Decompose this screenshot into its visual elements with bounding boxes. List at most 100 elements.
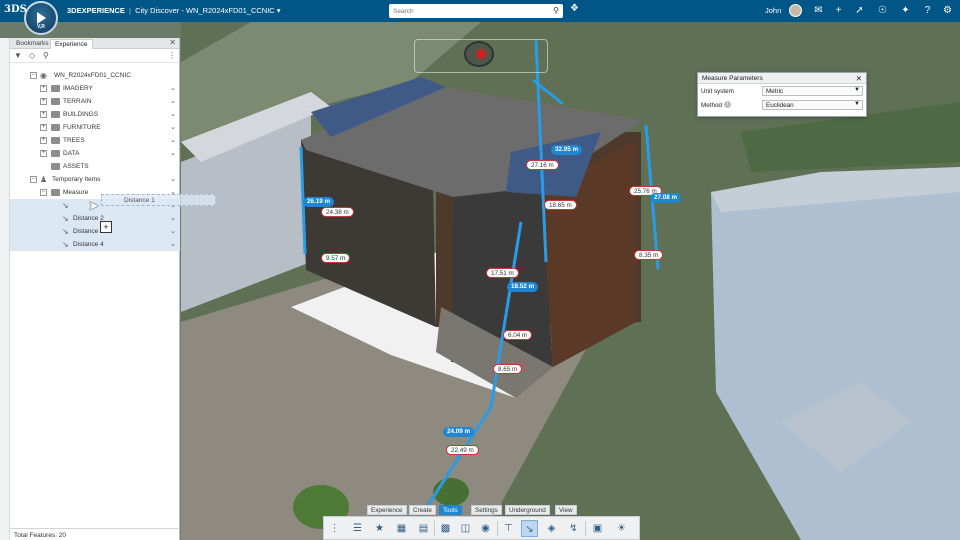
chevron-down-icon[interactable]: ⌄ [170,227,176,235]
binoculars-icon[interactable]: ◇ [29,51,35,60]
tree-item-assets[interactable]: ASSETS [10,160,180,173]
measure-distance-icon[interactable]: ↘ [521,520,538,537]
expand-icon[interactable]: + [40,98,47,105]
list-icon[interactable]: ☰ [349,520,366,537]
tree-item-buildings[interactable]: + BUILDINGS ⌄ [10,108,180,121]
tab-view[interactable]: View [555,505,577,515]
expand-icon[interactable]: + [40,150,47,157]
collapse-icon[interactable]: − [40,189,47,196]
image-icon[interactable]: ▦ [393,520,410,537]
chevron-down-icon[interactable]: ⌄ [170,110,176,118]
measure-label[interactable]: 24.09 m [443,427,475,437]
tag-icon[interactable]: ❖ [570,3,579,14]
chevron-down-icon[interactable]: ⌄ [170,84,176,92]
toolbar-separator [585,521,586,536]
settings-icon[interactable]: ⚙ [941,4,954,17]
tree-item-trees[interactable]: + TREES ⌄ [10,134,180,147]
measure-label[interactable]: 27.08 m [650,193,682,203]
chevron-down-icon[interactable]: ⌄ [170,214,176,222]
method-label: Method [701,102,723,109]
info-icon[interactable]: i [724,101,731,108]
measure-area-icon[interactable]: ◈ [543,520,560,537]
tab-experience[interactable]: Experience [367,505,407,515]
chevron-down-icon[interactable]: ⌄ [170,123,176,131]
close-icon[interactable]: ✕ [169,38,176,47]
measure-label[interactable]: 22.49 m [446,445,479,455]
collapse-icon[interactable]: − [30,72,37,79]
tab-create[interactable]: Create [409,505,436,515]
chat-icon[interactable]: ✉ [812,4,825,17]
move-handle-icon[interactable]: ⋮ [326,520,343,537]
measure-label[interactable]: 18.52 m [507,282,539,292]
measure-label[interactable]: 8.65 m [493,364,523,374]
tab-settings[interactable]: Settings [471,505,502,515]
avatar[interactable] [789,4,802,17]
layers-icon[interactable]: ◫ [457,520,474,537]
app-subtitle: City Discover - WN_R2024xFD01_CCNIC [135,6,275,15]
search-icon[interactable]: ⚲ [553,6,559,15]
expand-icon[interactable]: + [40,124,47,131]
more-icon[interactable]: ⋮ [168,51,176,60]
collapse-icon[interactable]: − [30,176,37,183]
expand-icon[interactable]: + [40,137,47,144]
tree-item-temporary[interactable]: − ♟ Temporary Items ⌄ [10,173,180,186]
expand-icon[interactable]: + [40,85,47,92]
search-icon[interactable]: ⚲ [43,51,49,60]
search-box[interactable]: ⚲ [389,4,563,18]
tree-item-furniture[interactable]: + FURNITURE ⌄ [10,121,180,134]
measure-label[interactable]: 8.35 m [634,250,664,260]
chevron-down-icon[interactable]: ▾ [277,6,281,15]
network-icon[interactable]: ☉ [876,4,889,17]
pin-tool-icon[interactable]: ↯ [565,520,582,537]
chevron-down-icon[interactable]: ⌄ [170,136,176,144]
compass-button[interactable]: V,R [24,1,58,35]
sun-analysis-icon[interactable]: ☀ [613,520,630,537]
chevron-down-icon[interactable]: ⌄ [170,240,176,248]
panel-edge[interactable] [0,38,10,540]
tree-item-imagery[interactable]: + IMAGERY ⌄ [10,82,180,95]
chevron-down-icon[interactable]: ⌄ [170,97,176,105]
globe-icon[interactable]: ◉ [477,520,494,537]
measure-label[interactable]: 26.19 m [303,197,335,207]
volume-icon[interactable]: ▣ [589,520,606,537]
measure-label[interactable]: 24.38 m [321,207,354,217]
tools-icon[interactable]: ✦ [899,4,912,17]
tree-root[interactable]: − ◉ WN_R2024xFD01_CCNIC [10,69,180,82]
table-icon[interactable]: ▤ [415,520,432,537]
app-title[interactable]: 3DEXPERIENCE | City Discover - WN_R2024x… [67,6,281,15]
measure-label[interactable]: 27.16 m [526,160,559,170]
share-icon[interactable]: ➚ [853,4,866,17]
measure-label[interactable]: 9.57 m [321,253,351,263]
unit-system-row: Unit system Metric ▼ [698,84,866,98]
star-icon[interactable]: ★ [371,520,388,537]
tab-tools[interactable]: Tools [439,505,462,515]
tree-item-terrain[interactable]: + TERRAIN ⌄ [10,95,180,108]
expand-icon[interactable]: + [40,111,47,118]
add-icon[interactable]: + [832,4,845,17]
text-tool-icon[interactable]: ⊤ [500,520,517,537]
folder-icon [51,85,60,92]
chevron-down-icon[interactable]: ⌄ [170,149,176,157]
compass-dial[interactable] [464,41,494,67]
filter-icon[interactable]: ▼ [14,51,22,60]
unit-system-select[interactable]: Metric ▼ [762,86,863,96]
method-select[interactable]: Euclidean ▼ [762,100,863,110]
user-name[interactable]: John [765,6,781,15]
photo-icon[interactable]: ▩ [437,520,454,537]
chevron-down-icon[interactable]: ⌄ [170,175,176,183]
tree-item-data[interactable]: + DATA ⌄ [10,147,180,160]
tree-item-distance-4[interactable]: ↘ Distance 4 ⌄ [10,238,180,251]
measure-label[interactable]: 32.95 m [551,145,583,155]
navigation-compass[interactable] [414,39,548,73]
tab-bookmarks[interactable]: Bookmarks [12,39,53,49]
tree-item-distance-3[interactable]: ↘ Distance 3 ⌄ [10,225,180,238]
tab-experience[interactable]: Experience [50,39,93,49]
dialog-header[interactable]: Measure Parameters ✕ [698,73,866,84]
help-icon[interactable]: ? [921,4,934,17]
measure-label[interactable]: 18.65 m [544,200,577,210]
measure-label[interactable]: 17.51 m [486,268,519,278]
search-input[interactable] [393,6,543,16]
close-icon[interactable]: ✕ [856,74,862,83]
tab-underground[interactable]: Underground [505,505,550,515]
measure-label[interactable]: 6.04 m [503,330,533,340]
